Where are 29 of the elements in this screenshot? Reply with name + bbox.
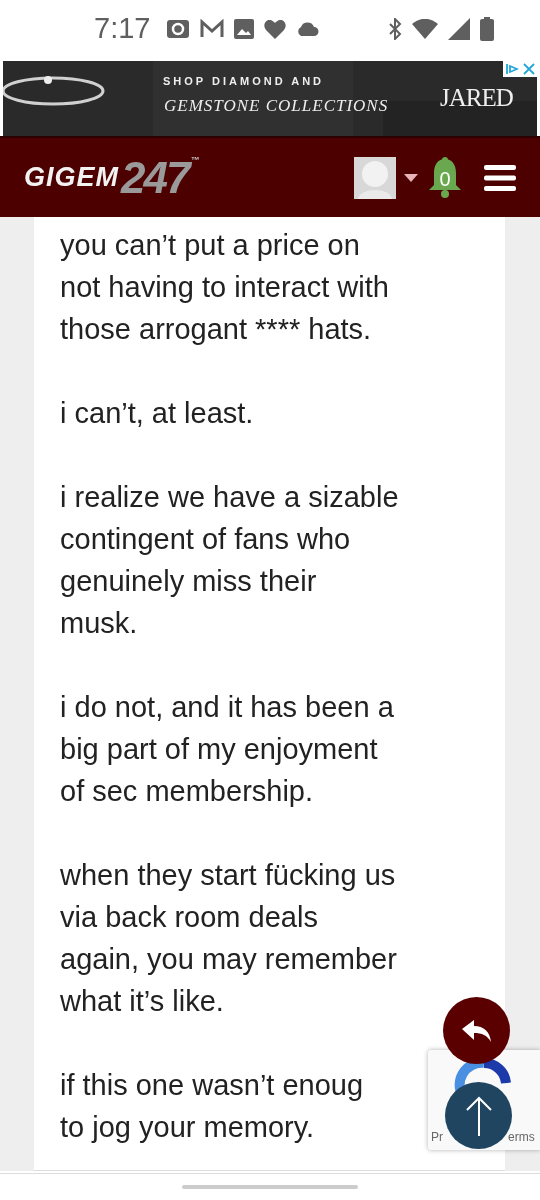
reply-icon	[461, 1019, 492, 1042]
up-arrow-icon	[464, 1095, 493, 1136]
clock: 7:17	[94, 11, 151, 47]
radio-icon	[166, 19, 191, 39]
menu-icon[interactable]	[484, 163, 516, 192]
battery-icon	[480, 17, 494, 41]
avatar-icon[interactable]	[354, 156, 396, 199]
bluetooth-icon	[388, 18, 402, 40]
post-paragraph: i do not, and it has been a big part of my enjoyment of sec membership.	[60, 690, 394, 809]
post-paragraph: if this one wasn’t enoug to jog your memory.	[60, 1068, 364, 1145]
mail-icon	[200, 19, 225, 39]
post-paragraph: when they start fücking us via back room deals again, you may remember what it’s like.	[60, 858, 397, 1019]
dropdown-caret-icon[interactable]	[404, 173, 418, 182]
cloud-icon	[296, 22, 321, 36]
ad-choices-icon[interactable]	[505, 63, 519, 75]
signal-icon	[448, 18, 470, 40]
ad-text: SHOP DIAMOND AND	[163, 74, 325, 89]
ad-headline: GEMSTONE COLLECTIONS	[164, 95, 389, 117]
post-paragraph: you can’t put a price on not having to interact with those arrogant **** hats.	[60, 228, 389, 347]
privacy-link[interactable]: Pr	[431, 1128, 443, 1146]
heart-icon	[264, 19, 287, 39]
wifi-icon	[412, 19, 438, 39]
brand-logo: JARED	[440, 83, 513, 113]
terms-link[interactable]: erms	[508, 1128, 535, 1146]
close-icon[interactable]	[523, 63, 535, 75]
site-logo[interactable]: GIGEM247™	[24, 155, 200, 200]
image-icon	[234, 19, 255, 39]
post-paragraph: i realize we have a sizable contingent of fans who genuinely miss their musk.	[60, 480, 399, 641]
post-paragraph: i can’t, at least.	[60, 396, 254, 431]
